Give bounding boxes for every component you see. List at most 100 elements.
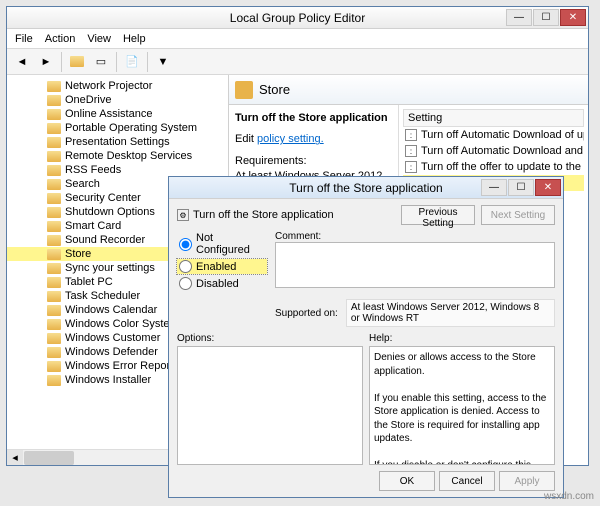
forward-button[interactable]: ► (35, 51, 57, 73)
apply-button[interactable]: Apply (499, 471, 555, 491)
tree-item-label: Store (65, 248, 91, 260)
folder-icon (47, 305, 61, 316)
edit-policy-link[interactable]: policy setting. (257, 133, 324, 145)
tree-item-label: Windows Calendar (65, 304, 157, 316)
minimize-button[interactable]: — (506, 9, 532, 26)
setting-label: Turn off Automatic Download of updates (421, 129, 584, 141)
separator (116, 52, 117, 72)
tree-item-label: Windows Installer (65, 374, 151, 386)
tree-item-label: Windows Customer (65, 332, 160, 344)
tree-item-label: OneDrive (65, 94, 111, 106)
radio-not-configured[interactable]: Not Configured (177, 231, 267, 257)
tree-item-label: Search (65, 178, 100, 190)
folder-icon (47, 81, 61, 92)
comment-textarea[interactable] (275, 242, 555, 288)
menu-action[interactable]: Action (45, 33, 76, 45)
maximize-button[interactable]: ☐ (533, 9, 559, 26)
folder-icon (47, 347, 61, 358)
edit-prefix: Edit (235, 133, 257, 145)
folder-icon (47, 179, 61, 190)
show-hide-button[interactable]: ▭ (90, 51, 112, 73)
dialog-minimize-button[interactable]: — (481, 179, 507, 196)
tree-item-label: Online Assistance (65, 108, 152, 120)
setting-icon: : (405, 129, 417, 141)
radio-disabled[interactable]: Disabled (177, 276, 267, 291)
ok-button[interactable]: OK (379, 471, 435, 491)
options-box (177, 346, 363, 465)
radio-disabled-input[interactable] (179, 277, 192, 290)
right-header-label: Store (259, 82, 290, 97)
setting-row[interactable]: :Turn off Automatic Download and Install (403, 143, 584, 159)
tree-item-label: Sync your settings (65, 262, 155, 274)
scroll-thumb[interactable] (24, 451, 74, 465)
folder-icon (47, 277, 61, 288)
close-button[interactable]: ✕ (560, 9, 586, 26)
tree-item-label: RSS Feeds (65, 164, 121, 176)
setting-row[interactable]: : Turn off Automatic Download of updates (403, 127, 584, 143)
tree-item-label: Remote Desktop Services (65, 150, 192, 162)
folder-icon (47, 291, 61, 302)
tree-item[interactable]: RSS Feeds (7, 163, 228, 177)
folder-icon (47, 95, 61, 106)
menu-help[interactable]: Help (123, 33, 146, 45)
folder-icon (47, 235, 61, 246)
req-label: Requirements: (235, 154, 392, 169)
tree-item-label: Shutdown Options (65, 206, 155, 218)
help-box: Denies or allows access to the Store app… (369, 346, 555, 465)
setting-row[interactable]: : Turn off the offer to update to the lat… (403, 159, 584, 175)
radio-enabled-input[interactable] (179, 260, 192, 273)
tree-item[interactable]: Presentation Settings (7, 135, 228, 149)
setting-icon: : (405, 161, 417, 173)
policy-icon: ⚙ (177, 209, 189, 221)
up-button[interactable] (66, 51, 88, 73)
tree-item[interactable]: Online Assistance (7, 107, 228, 121)
radio-not-configured-input[interactable] (179, 238, 192, 251)
filter-button[interactable]: ▼ (152, 51, 174, 73)
toolbar: ◄ ► ▭ 📄 ▼ (7, 49, 588, 75)
back-button[interactable]: ◄ (11, 51, 33, 73)
comment-label: Comment: (275, 231, 555, 242)
tree-item[interactable]: Remote Desktop Services (7, 149, 228, 163)
folder-icon (47, 193, 61, 204)
dialog-close-button[interactable]: ✕ (535, 179, 561, 196)
dialog-maximize-button[interactable]: ☐ (508, 179, 534, 196)
tree-item-label: Sound Recorder (65, 234, 145, 246)
separator (61, 52, 62, 72)
tree-item-label: Smart Card (65, 220, 121, 232)
folder-icon (47, 207, 61, 218)
right-header: Store (229, 75, 588, 105)
folder-icon (47, 221, 61, 232)
menu-file[interactable]: File (15, 33, 33, 45)
options-label: Options: (177, 333, 363, 344)
radio-enabled[interactable]: Enabled (177, 259, 267, 274)
supported-text: At least Windows Server 2012, Windows 8 … (346, 299, 555, 327)
previous-setting-button[interactable]: Previous Setting (401, 205, 475, 225)
tree-item-label: Windows Color System (65, 318, 179, 330)
setting-label: Turn off the offer to update to the late… (421, 161, 584, 173)
tree-item[interactable]: OneDrive (7, 93, 228, 107)
folder-icon (47, 137, 61, 148)
export-button[interactable]: 📄 (121, 51, 143, 73)
help-label: Help: (369, 333, 555, 344)
folder-icon (47, 123, 61, 134)
tree-item-label: Network Projector (65, 80, 152, 92)
folder-icon (47, 263, 61, 274)
setting-column-header[interactable]: Setting (403, 109, 584, 127)
tree-item[interactable]: Network Projector (7, 79, 228, 93)
tree-item-label: Security Center (65, 192, 141, 204)
cancel-button[interactable]: Cancel (439, 471, 495, 491)
scroll-left[interactable]: ◂ (7, 450, 23, 465)
next-setting-button[interactable]: Next Setting (481, 205, 555, 225)
folder-icon (47, 165, 61, 176)
folder-icon (47, 361, 61, 372)
watermark: wsxdn.com (544, 491, 594, 502)
folder-icon (47, 319, 61, 330)
policy-item-label: Turn off the Store application (193, 209, 334, 221)
menu-view[interactable]: View (87, 33, 111, 45)
main-titlebar: Local Group Policy Editor — ☐ ✕ (7, 7, 588, 29)
desc-title: Turn off the Store application (235, 111, 392, 126)
folder-icon (47, 375, 61, 386)
folder-icon (47, 249, 61, 260)
dialog-title: Turn off the Store application (289, 181, 442, 195)
tree-item[interactable]: Portable Operating System (7, 121, 228, 135)
